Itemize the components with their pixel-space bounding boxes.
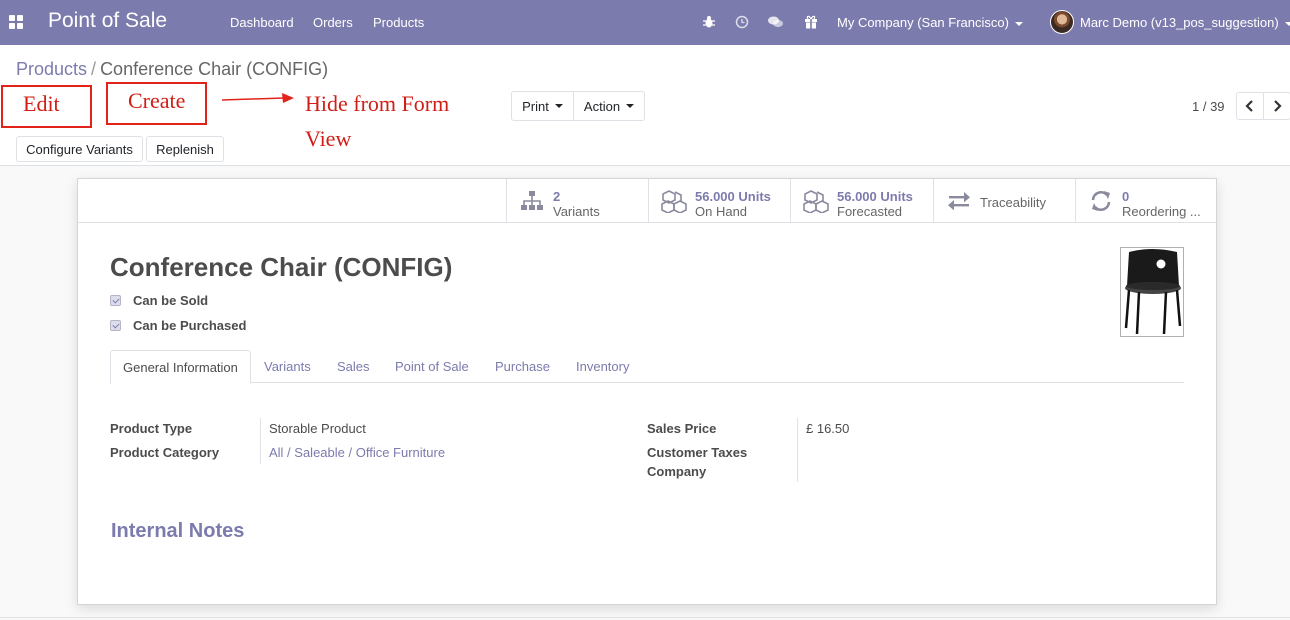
stat-label: Reordering ...	[1122, 204, 1201, 219]
company-switcher[interactable]: My Company (San Francisco)	[837, 15, 1023, 30]
internal-notes-heading: Internal Notes	[111, 520, 245, 542]
company-label: Company	[647, 464, 707, 479]
tab-variants[interactable]: Variants	[264, 350, 311, 383]
chevron-down-icon	[554, 104, 563, 108]
chevron-left-icon	[1245, 100, 1253, 112]
chevron-down-icon	[626, 104, 635, 108]
tab-purchase[interactable]: Purchase	[495, 350, 550, 383]
field-divider	[260, 418, 261, 464]
stat-value: 0	[1122, 189, 1130, 204]
product-type-field[interactable]: Storable Product	[269, 421, 366, 436]
pager-previous-button[interactable]	[1236, 92, 1264, 120]
refresh-icon	[1091, 191, 1111, 211]
menu-orders[interactable]: Orders	[313, 15, 353, 30]
chevron-right-icon	[1274, 100, 1282, 112]
menu-products[interactable]: Products	[373, 15, 424, 30]
cubes-icon	[661, 190, 687, 213]
can-be-sold-checkbox[interactable]	[110, 295, 121, 306]
field-divider	[797, 418, 798, 482]
gift-icon[interactable]	[802, 13, 820, 31]
avatar[interactable]	[1050, 10, 1074, 34]
customer-taxes-label: Customer Taxes	[647, 445, 748, 460]
sales-price-label: Sales Price	[647, 421, 717, 436]
cubes-icon	[803, 190, 829, 213]
stat-label: Variants	[553, 204, 600, 219]
stat-value: 2	[553, 189, 561, 204]
form-sheet: 2 Variants 56.000 Units On Hand 56.000 U…	[77, 178, 1217, 605]
page-bottom-divider	[0, 617, 1290, 618]
forecasted-stat-button[interactable]: 56.000 Units Forecasted	[790, 179, 933, 223]
tab-general-information[interactable]: General Information	[110, 350, 251, 384]
chat-icon[interactable]	[766, 13, 784, 31]
apps-menu-icon[interactable]	[9, 15, 23, 29]
traceability-stat-button[interactable]: Traceability	[933, 179, 1075, 223]
top-navbar: Point of Sale Dashboard Orders Products …	[0, 0, 1290, 45]
sales-price-field[interactable]: £ 16.50	[806, 421, 849, 436]
menu-dashboard[interactable]: Dashboard	[230, 15, 294, 30]
breadcrumb-current: Conference Chair (CONFIG)	[100, 59, 329, 79]
edit-button-annotation[interactable]: Edit	[1, 85, 92, 128]
configure-variants-button[interactable]: Configure Variants	[16, 136, 143, 162]
pager-value[interactable]: 1 / 39	[1192, 99, 1225, 114]
sitemap-icon	[521, 191, 543, 210]
breadcrumb-separator: /	[91, 59, 97, 79]
can-be-purchased-checkbox[interactable]	[110, 320, 121, 331]
arrow-right-icon	[222, 93, 294, 103]
stat-value: 56.000 Units	[837, 189, 913, 204]
exchange-icon	[948, 192, 970, 211]
bug-icon[interactable]	[700, 13, 718, 31]
action-dropdown[interactable]: Action	[573, 91, 645, 121]
breadcrumb: Products / Conference Chair (CONFIG)	[16, 59, 328, 80]
tab-inventory[interactable]: Inventory	[576, 350, 629, 383]
can-be-purchased-label: Can be Purchased	[133, 318, 247, 333]
annotation-note-line1: Hide from Form	[305, 91, 450, 116]
form-tabs: General Information Variants Sales Point…	[110, 350, 1184, 384]
print-dropdown[interactable]: Print	[511, 91, 574, 121]
create-button-annotation[interactable]: Create	[106, 82, 207, 125]
stat-value: 56.000 Units	[695, 189, 771, 204]
pager-next-button[interactable]	[1263, 92, 1290, 120]
reordering-stat-button[interactable]: 0 Reordering ...	[1075, 179, 1216, 223]
smart-button-box: 2 Variants 56.000 Units On Hand 56.000 U…	[78, 179, 1216, 223]
stat-label: Traceability	[980, 195, 1046, 210]
replenish-button[interactable]: Replenish	[146, 136, 224, 162]
clock-icon[interactable]	[733, 13, 751, 31]
annotation-note-line2: View	[305, 126, 352, 151]
chevron-down-icon	[1284, 21, 1290, 26]
product-name[interactable]: Conference Chair (CONFIG)	[110, 252, 452, 283]
product-type-label: Product Type	[110, 421, 193, 436]
tab-sales[interactable]: Sales	[337, 350, 370, 383]
breadcrumb-products[interactable]: Products	[16, 59, 87, 79]
tab-point-of-sale[interactable]: Point of Sale	[395, 350, 469, 383]
on-hand-stat-button[interactable]: 56.000 Units On Hand	[648, 179, 790, 223]
product-image[interactable]	[1120, 247, 1184, 337]
chevron-down-icon	[1014, 21, 1023, 26]
stat-label: Forecasted	[837, 204, 903, 219]
product-category-label: Product Category	[110, 445, 220, 460]
app-brand[interactable]: Point of Sale	[48, 9, 167, 33]
stat-label: On Hand	[695, 204, 748, 219]
product-category-field[interactable]: All / Saleable / Office Furniture	[269, 445, 445, 460]
user-menu[interactable]: Marc Demo (v13_pos_suggestion)	[1080, 15, 1290, 30]
can-be-sold-label: Can be Sold	[133, 293, 209, 308]
variants-stat-button[interactable]: 2 Variants	[506, 179, 648, 223]
